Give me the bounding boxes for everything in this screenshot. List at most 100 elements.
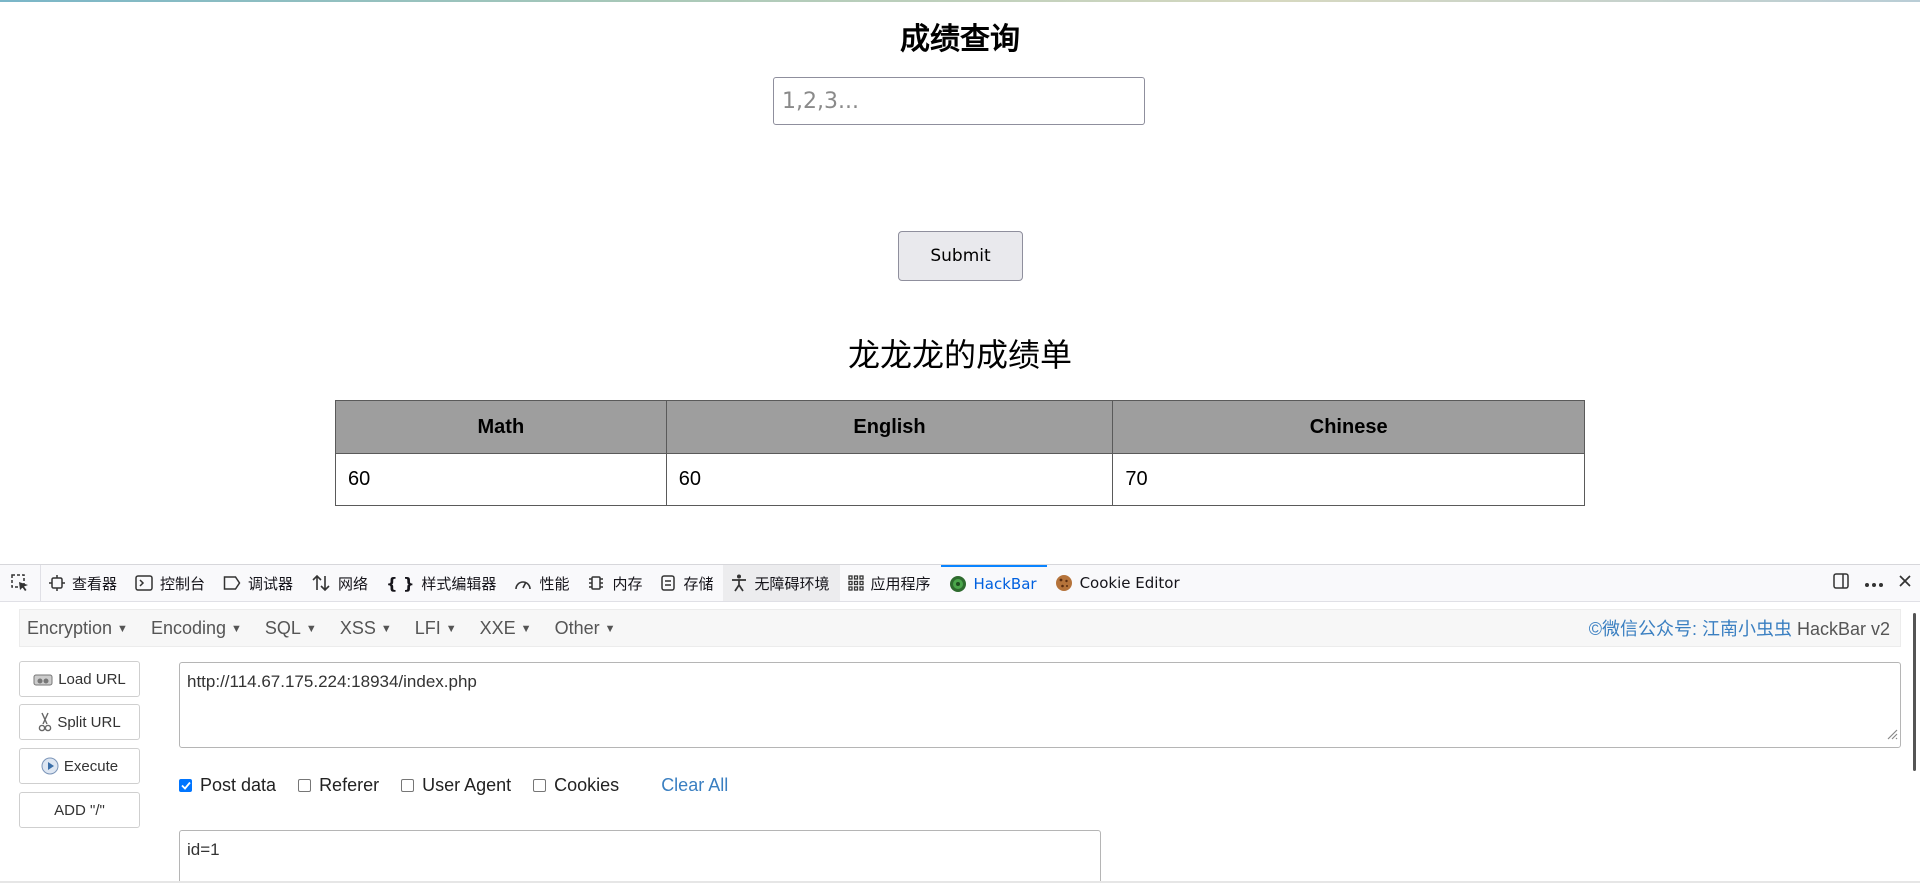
referer-checkbox[interactable] — [298, 778, 312, 792]
devtools-panel: 查看器 控制台 调试器 网络 { } 样式编辑器 性能 内存 存储 无障碍环境 … — [0, 564, 1920, 883]
panel-scrollbar[interactable] — [1913, 613, 1916, 771]
button-label: Load URL — [58, 670, 126, 688]
url-textarea[interactable]: http://114.67.175.224:18934/index.php — [179, 662, 1901, 748]
tab-application[interactable]: 应用程序 — [840, 565, 941, 601]
add-slash-button[interactable]: ADD "/" — [19, 792, 140, 828]
cell-math: 60 — [335, 453, 667, 506]
caret-down-icon: ▼ — [231, 622, 242, 635]
tab-debugger[interactable]: 调试器 — [215, 565, 303, 601]
cookies-option[interactable]: Cookies — [533, 775, 619, 796]
tab-console[interactable]: 控制台 — [127, 565, 215, 601]
table-header-row: Math English Chinese — [335, 400, 1585, 454]
caret-down-icon: ▼ — [380, 622, 392, 635]
menu-lfi[interactable]: LFI ▼ — [408, 618, 465, 639]
tab-label: 样式编辑器 — [421, 574, 497, 593]
tab-label: 控制台 — [160, 574, 206, 593]
cell-chinese: 70 — [1112, 453, 1585, 506]
scissors-icon — [38, 712, 52, 732]
submit-button[interactable]: Submit — [898, 231, 1023, 281]
tab-label: 性能 — [539, 574, 570, 593]
tab-accessibility[interactable]: 无障碍环境 — [723, 565, 840, 601]
resize-grip-icon[interactable] — [1884, 725, 1898, 745]
tab-label: HackBar — [973, 575, 1037, 593]
query-input[interactable] — [773, 77, 1145, 125]
brand-wechat-link[interactable]: ©微信公众号: 江南小虫虫 — [1589, 619, 1792, 639]
cookies-checkbox[interactable] — [533, 778, 547, 792]
tab-label: 查看器 — [72, 574, 118, 593]
tab-network[interactable]: 网络 — [303, 565, 378, 601]
debugger-icon — [223, 575, 241, 591]
tab-label: 应用程序 — [870, 574, 931, 593]
post-data-option[interactable]: Post data — [179, 775, 276, 796]
menu-label: LFI — [414, 617, 441, 638]
more-options-icon[interactable] — [1864, 574, 1884, 592]
button-label: Split URL — [57, 713, 121, 731]
button-label: ADD "/" — [54, 801, 105, 819]
option-label: Cookies — [554, 774, 620, 795]
element-picker-icon[interactable] — [0, 565, 41, 601]
cell-english: 60 — [665, 453, 1114, 506]
header-chinese: Chinese — [1112, 400, 1585, 454]
memory-icon — [587, 575, 605, 591]
console-icon — [135, 575, 153, 591]
referer-option[interactable]: Referer — [298, 775, 379, 796]
application-icon — [847, 575, 864, 591]
devtools-tab-bar: 查看器 控制台 调试器 网络 { } 样式编辑器 性能 内存 存储 无障碍环境 … — [0, 565, 1920, 602]
hackbar-icon — [949, 575, 967, 593]
tab-label: 调试器 — [248, 574, 294, 593]
score-table: Math English Chinese 60 60 70 — [335, 400, 1585, 506]
tab-style-editor[interactable]: { } 样式编辑器 — [378, 565, 506, 601]
load-url-button[interactable]: Load URL — [19, 661, 140, 697]
caret-down-icon: ▼ — [117, 622, 128, 635]
table-row: 60 60 70 — [335, 453, 1585, 506]
tab-storage[interactable]: 存储 — [652, 565, 723, 601]
execute-button[interactable]: Execute — [19, 748, 140, 784]
tab-label: 无障碍环境 — [754, 574, 830, 593]
tab-label: 网络 — [338, 574, 369, 593]
caret-down-icon: ▼ — [604, 622, 616, 635]
option-label: User Agent — [422, 774, 512, 795]
header-english: English — [665, 400, 1114, 454]
close-icon[interactable] — [1898, 574, 1912, 592]
hackbar-menu: Encryption ▼ Encoding ▼ SQL ▼ XSS ▼ LFI ▼ XXE… — [19, 609, 1901, 647]
menu-label: XXE — [479, 617, 516, 638]
dock-side-icon[interactable] — [1832, 572, 1850, 594]
tab-memory[interactable]: 内存 — [579, 565, 652, 601]
inspector-icon — [49, 575, 65, 591]
menu-encoding[interactable]: Encoding ▼ — [144, 618, 250, 639]
caret-down-icon: ▼ — [305, 622, 317, 635]
menu-other[interactable]: Other ▼ — [548, 618, 624, 639]
tab-performance[interactable]: 性能 — [506, 565, 579, 601]
option-label: Post data — [200, 774, 277, 795]
menu-label: Encoding — [150, 617, 226, 638]
clear-all-link[interactable]: Clear All — [661, 775, 728, 796]
menu-encryption[interactable]: Encryption ▼ — [20, 618, 136, 639]
tab-cookie-editor[interactable]: Cookie Editor — [1047, 565, 1190, 601]
split-url-button[interactable]: Split URL — [19, 704, 140, 740]
performance-icon — [514, 575, 532, 591]
user-agent-option[interactable]: User Agent — [401, 775, 511, 796]
menu-sql[interactable]: SQL ▼ — [258, 618, 325, 639]
style-editor-icon: { } — [386, 573, 415, 593]
menu-label: Other — [554, 617, 600, 638]
play-icon — [41, 757, 59, 775]
page-title: 成绩查询 — [900, 22, 1020, 57]
post-data-checkbox[interactable] — [179, 778, 192, 792]
caret-down-icon: ▼ — [520, 622, 532, 635]
request-options: Post data Referer User Agent Cookies Cle… — [179, 770, 728, 800]
menu-xss[interactable]: XSS ▼ — [333, 618, 400, 639]
devtools-controls — [1832, 572, 1920, 594]
caret-down-icon: ▼ — [445, 622, 457, 635]
tab-hackbar[interactable]: HackBar — [940, 565, 1047, 601]
user-agent-checkbox[interactable] — [401, 778, 415, 792]
post-value: id=1 — [187, 840, 220, 859]
cookie-icon — [1055, 574, 1073, 592]
post-data-textarea[interactable]: id=1 — [179, 830, 1101, 883]
option-label: Referer — [319, 774, 380, 795]
menu-label: XSS — [339, 617, 376, 638]
url-value: http://114.67.175.224:18934/index.php — [187, 672, 477, 691]
header-math: Math — [335, 400, 667, 454]
tab-inspector[interactable]: 查看器 — [41, 565, 127, 601]
load-url-icon — [33, 671, 53, 687]
menu-xxe[interactable]: XXE ▼ — [473, 618, 540, 639]
